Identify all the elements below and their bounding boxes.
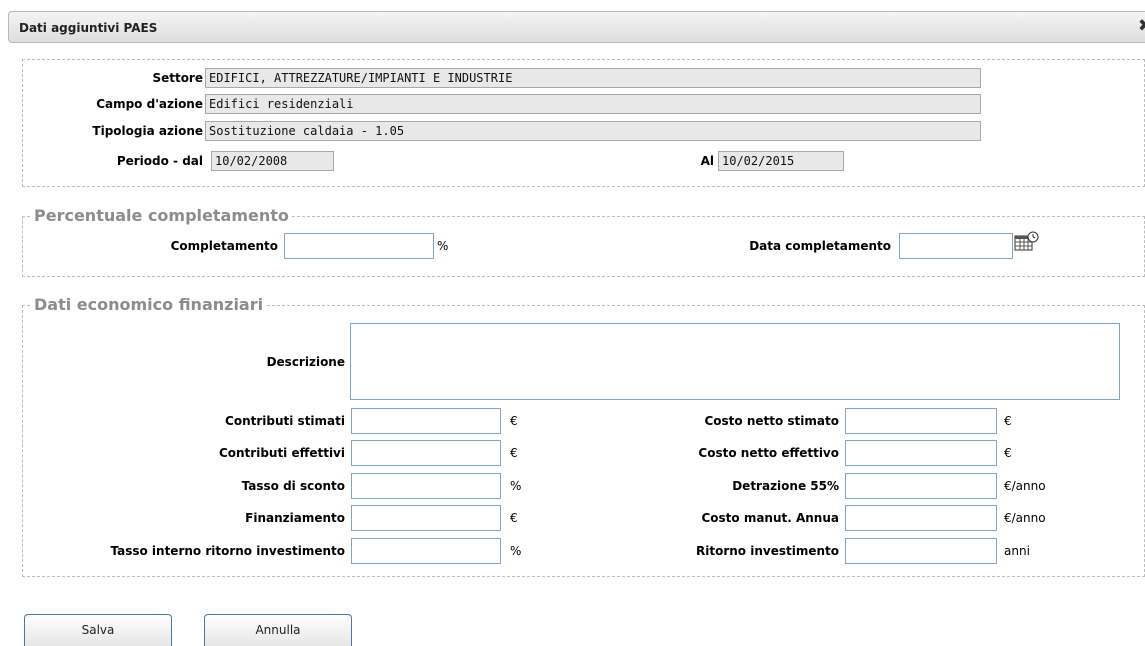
costo-manut-label: Costo manut. Annua bbox=[701, 511, 839, 525]
costo-manut-input[interactable] bbox=[845, 505, 997, 531]
descrizione-textarea[interactable] bbox=[350, 323, 1120, 400]
campo-label: Campo d'azione bbox=[96, 97, 203, 111]
contributi-effettivi-label: Contributi effettivi bbox=[218, 446, 345, 460]
completamento-label: Completamento bbox=[170, 239, 278, 253]
costo-netto-stimato-unit: € bbox=[1004, 414, 1012, 428]
calendar-icon[interactable] bbox=[1014, 231, 1040, 253]
ritorno-investimento-input[interactable] bbox=[845, 538, 997, 564]
data-completamento-input[interactable] bbox=[899, 233, 1013, 259]
descrizione-label: Descrizione bbox=[266, 355, 345, 369]
completamento-input[interactable] bbox=[284, 233, 434, 259]
costo-netto-effettivo-unit: € bbox=[1004, 446, 1012, 460]
detrazione-label: Detrazione 55% bbox=[732, 479, 839, 493]
periodo-al-label: Al bbox=[700, 154, 714, 168]
completamento-legend: Percentuale completamento bbox=[31, 207, 292, 225]
tasso-sconto-unit: % bbox=[510, 479, 522, 493]
settore-label: Settore bbox=[152, 71, 203, 85]
contributi-stimati-label: Contributi stimati bbox=[225, 414, 345, 428]
dialog-title-bar: Dati aggiuntivi PAES ✖ bbox=[8, 11, 1145, 43]
costo-netto-stimato-label: Costo netto stimato bbox=[704, 414, 839, 428]
tipologia-label: Tipologia azione bbox=[92, 124, 203, 138]
tasso-sconto-label: Tasso di sconto bbox=[241, 479, 345, 493]
periodo-dal-label: Periodo - dal bbox=[116, 154, 203, 168]
tasso-interno-unit: % bbox=[510, 544, 522, 558]
ritorno-investimento-label: Ritorno investimento bbox=[696, 544, 839, 558]
finanziamento-label: Finanziamento bbox=[245, 511, 345, 525]
close-icon[interactable]: ✖ bbox=[1138, 18, 1145, 35]
contributi-stimati-input[interactable] bbox=[351, 408, 501, 434]
detrazione-unit: €/anno bbox=[1004, 479, 1046, 493]
ritorno-investimento-unit: anni bbox=[1004, 544, 1030, 558]
save-button[interactable]: Salva bbox=[24, 614, 172, 646]
tasso-interno-label: Tasso interno ritorno investimento bbox=[110, 544, 345, 558]
finanziamento-input[interactable] bbox=[351, 505, 501, 531]
economico-legend: Dati economico finanziari bbox=[31, 296, 267, 314]
tasso-interno-input[interactable] bbox=[351, 538, 501, 564]
cancel-button[interactable]: Annulla bbox=[204, 614, 352, 646]
costo-netto-effettivo-input[interactable] bbox=[845, 440, 997, 466]
finanziamento-unit: € bbox=[510, 511, 518, 525]
periodo-dal-field: 10/02/2008 bbox=[211, 151, 334, 171]
contributi-effettivi-input[interactable] bbox=[351, 440, 501, 466]
periodo-al-field: 10/02/2015 bbox=[718, 151, 844, 171]
costo-manut-unit: €/anno bbox=[1004, 511, 1046, 525]
completamento-unit: % bbox=[437, 239, 449, 253]
tasso-sconto-input[interactable] bbox=[351, 473, 501, 499]
costo-netto-stimato-input[interactable] bbox=[845, 408, 997, 434]
settore-field: EDIFICI, ATTREZZATURE/IMPIANTI E INDUSTR… bbox=[205, 68, 981, 88]
dialog-title: Dati aggiuntivi PAES bbox=[19, 21, 158, 35]
data-completamento-label: Data completamento bbox=[749, 239, 891, 253]
tipologia-field: Sostituzione caldaia - 1.05 bbox=[205, 121, 981, 141]
contributi-effettivi-unit: € bbox=[510, 446, 518, 460]
costo-netto-effettivo-label: Costo netto effettivo bbox=[698, 446, 839, 460]
detrazione-input[interactable] bbox=[845, 473, 997, 499]
contributi-stimati-unit: € bbox=[510, 414, 518, 428]
campo-field: Edifici residenziali bbox=[205, 94, 981, 114]
